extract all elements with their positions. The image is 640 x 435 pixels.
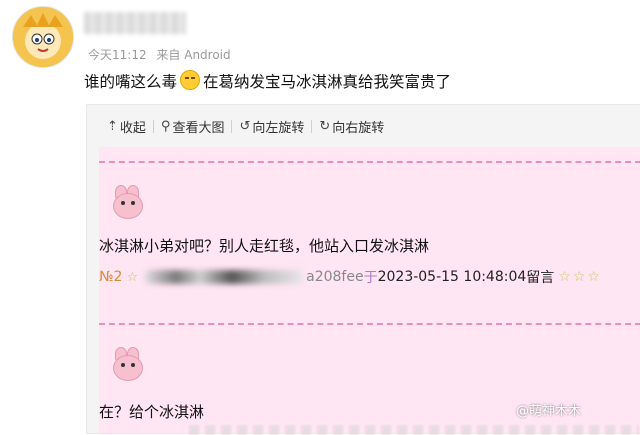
comment-signature: №2 ☆ a208fee 于 2023-05-15 10:48:04 留言 ☆☆… — [99, 267, 602, 287]
collapse-label: 收起 — [119, 120, 146, 136]
rotate-right-icon: ↻ — [319, 118, 331, 134]
post-text-part2: 在葛纳发宝马冰淇淋真给我笑富贵了 — [203, 73, 452, 91]
avatar-cartoon-icon — [13, 7, 73, 67]
toolbar-divider — [231, 119, 233, 133]
dashed-divider — [99, 161, 640, 163]
post-time: 今天11:12 — [88, 48, 147, 62]
dashed-divider — [99, 323, 640, 325]
user-id: a208fee — [306, 269, 364, 285]
post-meta: 今天11:12 来自 Android — [88, 46, 237, 63]
toolbar-divider — [152, 119, 154, 133]
rotate-right-label: 向右旋转 — [332, 120, 385, 136]
toolbar-divider — [311, 119, 313, 133]
blurred-username — [144, 270, 305, 284]
post-text-part1: 谁的嘴这么毒 — [84, 73, 178, 91]
collapse-arrow-icon: ⇡ — [107, 118, 118, 134]
watermark: @萌神木木 — [516, 404, 582, 419]
post-text: 谁的嘴这么毒 在葛纳发宝马冰淇淋真给我笑富贵了 — [84, 70, 451, 92]
view-large-button[interactable]: ⚲ 查看大图 — [161, 117, 225, 136]
view-large-label: 查看大图 — [172, 120, 225, 136]
comment-label: 留言 — [526, 270, 555, 286]
image-toolbar: ⇡ 收起 ⚲ 查看大图 ↺ 向左旋转 ↻ 向右旋转 — [107, 115, 384, 137]
rotate-right-button[interactable]: ↻ 向右旋转 — [319, 117, 384, 136]
comment-text: 冰淇淋小弟对吧？别人走红毯，他站入口发冰淇淋 — [99, 237, 430, 255]
laughing-crying-emoji-icon — [180, 70, 201, 90]
post-source: 来自 Android — [156, 48, 231, 62]
embedded-screenshot[interactable]: 冰淇淋小弟对吧？别人走红毯，他站入口发冰淇淋 №2 ☆ a208fee 于 20… — [99, 147, 640, 435]
username-blurred[interactable] — [84, 12, 186, 34]
comment-timestamp: 2023-05-15 10:48:04 — [377, 269, 527, 285]
comment-text: 在？给个冰淇淋 — [99, 403, 205, 421]
star-icon: ☆ — [126, 269, 139, 285]
yu-char: 于 — [363, 270, 378, 286]
avatar[interactable] — [12, 6, 74, 68]
pink-bird-icon — [109, 345, 143, 383]
cropped-signature-line — [189, 425, 639, 435]
magnifier-icon: ⚲ — [160, 118, 171, 134]
pink-bird-icon — [109, 183, 143, 221]
rotate-left-button[interactable]: ↺ 向左旋转 — [239, 117, 304, 136]
trailing-stars-icon: ☆☆☆ — [558, 269, 602, 285]
rotate-left-label: 向左旋转 — [252, 120, 305, 136]
rotate-left-icon: ↺ — [239, 118, 251, 134]
collapse-button[interactable]: ⇡ 收起 — [107, 117, 146, 136]
image-viewer: ⇡ 收起 ⚲ 查看大图 ↺ 向左旋转 ↻ 向右旋转 冰淇淋小弟对吧？别人走红毯，… — [86, 104, 640, 435]
floor-number: №2 — [99, 269, 123, 285]
